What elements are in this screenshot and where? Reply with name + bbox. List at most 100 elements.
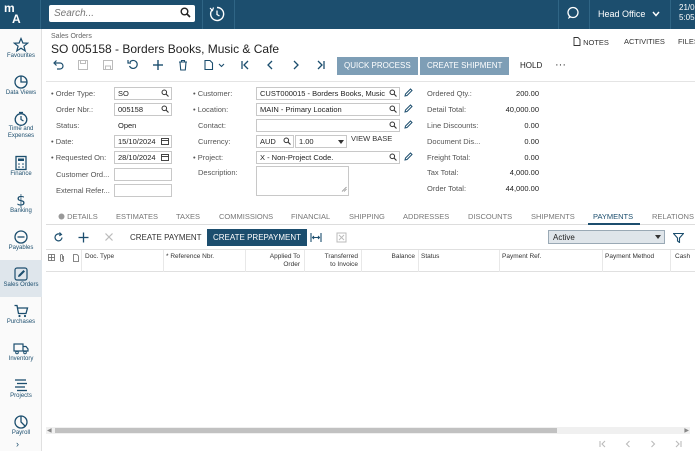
scrollbar-thumb[interactable] (55, 428, 557, 433)
date-field[interactable]: 15/10/2024 (114, 135, 172, 148)
hold-button[interactable]: HOLD (520, 61, 542, 70)
copy-paste-icon[interactable] (203, 59, 225, 73)
more-actions-button[interactable]: ··· (555, 59, 566, 71)
quick-process-button[interactable]: QUICK PROCESS (337, 57, 418, 75)
notes-button[interactable]: NOTES (573, 37, 609, 47)
nav-expand-icon[interactable]: › (16, 439, 19, 449)
tab-shipping[interactable]: SHIPPING (349, 212, 385, 221)
column-header-balance[interactable]: Balance (364, 253, 416, 261)
order-nbr-field[interactable]: 005158 (114, 103, 172, 116)
caret-down-icon[interactable] (338, 139, 344, 147)
save-and-close-icon[interactable] (102, 59, 116, 73)
search-icon[interactable] (389, 89, 397, 99)
last-page-icon[interactable] (673, 440, 683, 450)
search-icon[interactable] (161, 105, 169, 115)
nav-item-payroll[interactable]: Payroll (0, 408, 42, 445)
company-selector[interactable]: Head Office (598, 9, 660, 19)
next-record-icon[interactable] (290, 59, 304, 73)
fit-columns-icon[interactable] (310, 232, 322, 245)
recent-history-icon[interactable] (208, 5, 228, 25)
files-button[interactable]: FILES (678, 37, 695, 46)
filter-icon[interactable] (672, 232, 685, 245)
edit-contact-icon[interactable] (404, 120, 413, 131)
delete-row-icon[interactable] (104, 232, 114, 244)
next-page-icon[interactable] (649, 440, 657, 450)
last-record-icon[interactable] (315, 59, 329, 73)
nav-item-inventory[interactable]: Inventory (0, 334, 42, 371)
previous-record-icon[interactable] (264, 59, 278, 73)
nav-item-sales-orders[interactable]: Sales Orders (0, 260, 42, 297)
search-icon[interactable] (389, 153, 397, 163)
app-logo[interactable]: m A (4, 2, 32, 25)
tab-shipments[interactable]: SHIPMENTS (531, 212, 575, 221)
first-page-icon[interactable] (598, 440, 608, 450)
add-icon[interactable] (152, 59, 166, 73)
nav-item-time-and-expenses[interactable]: Time and Expenses (0, 105, 42, 142)
previous-page-icon[interactable] (624, 440, 632, 450)
column-header-reference-nbr[interactable]: * Reference Nbr. (166, 253, 214, 261)
horizontal-scrollbar[interactable]: ◀ ▶ (46, 427, 690, 434)
search-icon[interactable] (161, 89, 169, 99)
project-field[interactable]: X - Non-Project Code. (256, 151, 400, 164)
tab-payments[interactable]: PAYMENTS (593, 212, 633, 221)
edit-location-icon[interactable] (404, 104, 413, 115)
tab-details[interactable]: DETAILS (58, 212, 98, 221)
search-icon[interactable] (283, 137, 291, 147)
tab-addresses[interactable]: ADDRESSES (403, 212, 449, 221)
requested-on-field[interactable]: 28/10/2024 (114, 151, 172, 164)
nav-item-finance[interactable]: Finance (0, 149, 42, 186)
column-header-doc-type[interactable]: Doc. Type (85, 253, 114, 261)
column-header-applied-to-order[interactable]: Applied To Order (249, 253, 300, 269)
edit-customer-icon[interactable] (404, 88, 413, 99)
customer-ord-field[interactable] (114, 168, 172, 181)
refresh-icon[interactable] (53, 232, 64, 245)
customer-field[interactable]: CUST000015 - Borders Books, Music (256, 87, 400, 100)
tab-estimates[interactable]: ESTIMATES (116, 212, 158, 221)
location-field[interactable]: MAIN - Primary Location (256, 103, 400, 116)
description-field[interactable] (256, 166, 349, 196)
search-icon[interactable] (389, 105, 397, 115)
export-icon[interactable] (336, 232, 347, 245)
chat-icon[interactable] (566, 6, 580, 22)
first-record-icon[interactable] (239, 59, 253, 73)
view-base-button[interactable]: VIEW BASE (351, 134, 392, 143)
tab-discounts[interactable]: DISCOUNTS (468, 212, 512, 221)
currency-rate-field[interactable]: 1.00 (295, 135, 347, 148)
nav-item-payables[interactable]: Payables (0, 223, 42, 260)
search-icon[interactable] (180, 7, 191, 20)
calendar-icon[interactable] (161, 137, 169, 147)
attachment-icon[interactable] (59, 254, 65, 265)
create-prepayment-button[interactable]: CREATE PREPAYMENT (207, 229, 308, 246)
nav-item-banking[interactable]: $ Banking (0, 186, 42, 223)
scroll-right-icon[interactable]: ▶ (684, 427, 689, 434)
tab-financial[interactable]: FINANCIAL (291, 212, 330, 221)
scroll-left-icon[interactable]: ◀ (47, 427, 52, 434)
undo-icon[interactable] (52, 59, 66, 73)
create-payment-button[interactable]: CREATE PAYMENT (124, 229, 208, 246)
tab-relations[interactable]: RELATIONS (652, 212, 694, 221)
currency-field[interactable]: AUD (256, 135, 294, 148)
payments-filter-select[interactable]: Active (548, 230, 665, 244)
activities-button[interactable]: ACTIVITIES (624, 37, 665, 46)
cancel-icon[interactable] (127, 59, 141, 73)
calendar-icon[interactable] (161, 153, 169, 163)
contact-field[interactable] (256, 119, 400, 132)
nav-item-data-views[interactable]: Data Views (0, 68, 42, 105)
column-header-payment-ref[interactable]: Payment Ref. (502, 253, 541, 261)
create-shipment-button[interactable]: CREATE SHIPMENT (420, 57, 510, 75)
nav-item-favourites[interactable]: Favourites (0, 31, 42, 68)
nav-item-purchases[interactable]: Purchases (0, 297, 42, 334)
breadcrumb[interactable]: Sales Orders (51, 33, 92, 40)
note-icon[interactable] (73, 254, 79, 265)
column-header-transferred-to-invoice[interactable]: Transferred to Invoice (308, 253, 358, 269)
external-ref-field[interactable] (114, 184, 172, 197)
delete-icon[interactable] (177, 59, 191, 73)
save-icon[interactable] (77, 59, 91, 73)
tab-commissions[interactable]: COMMISSIONS (219, 212, 273, 221)
column-header-status[interactable]: Status (421, 253, 439, 261)
search-icon[interactable] (389, 121, 397, 131)
search-input[interactable]: Search... (49, 5, 195, 22)
grid-settings-icon[interactable] (48, 254, 55, 264)
column-header-payment-method[interactable]: Payment Method (605, 253, 654, 261)
resize-handle-icon[interactable] (341, 186, 347, 194)
